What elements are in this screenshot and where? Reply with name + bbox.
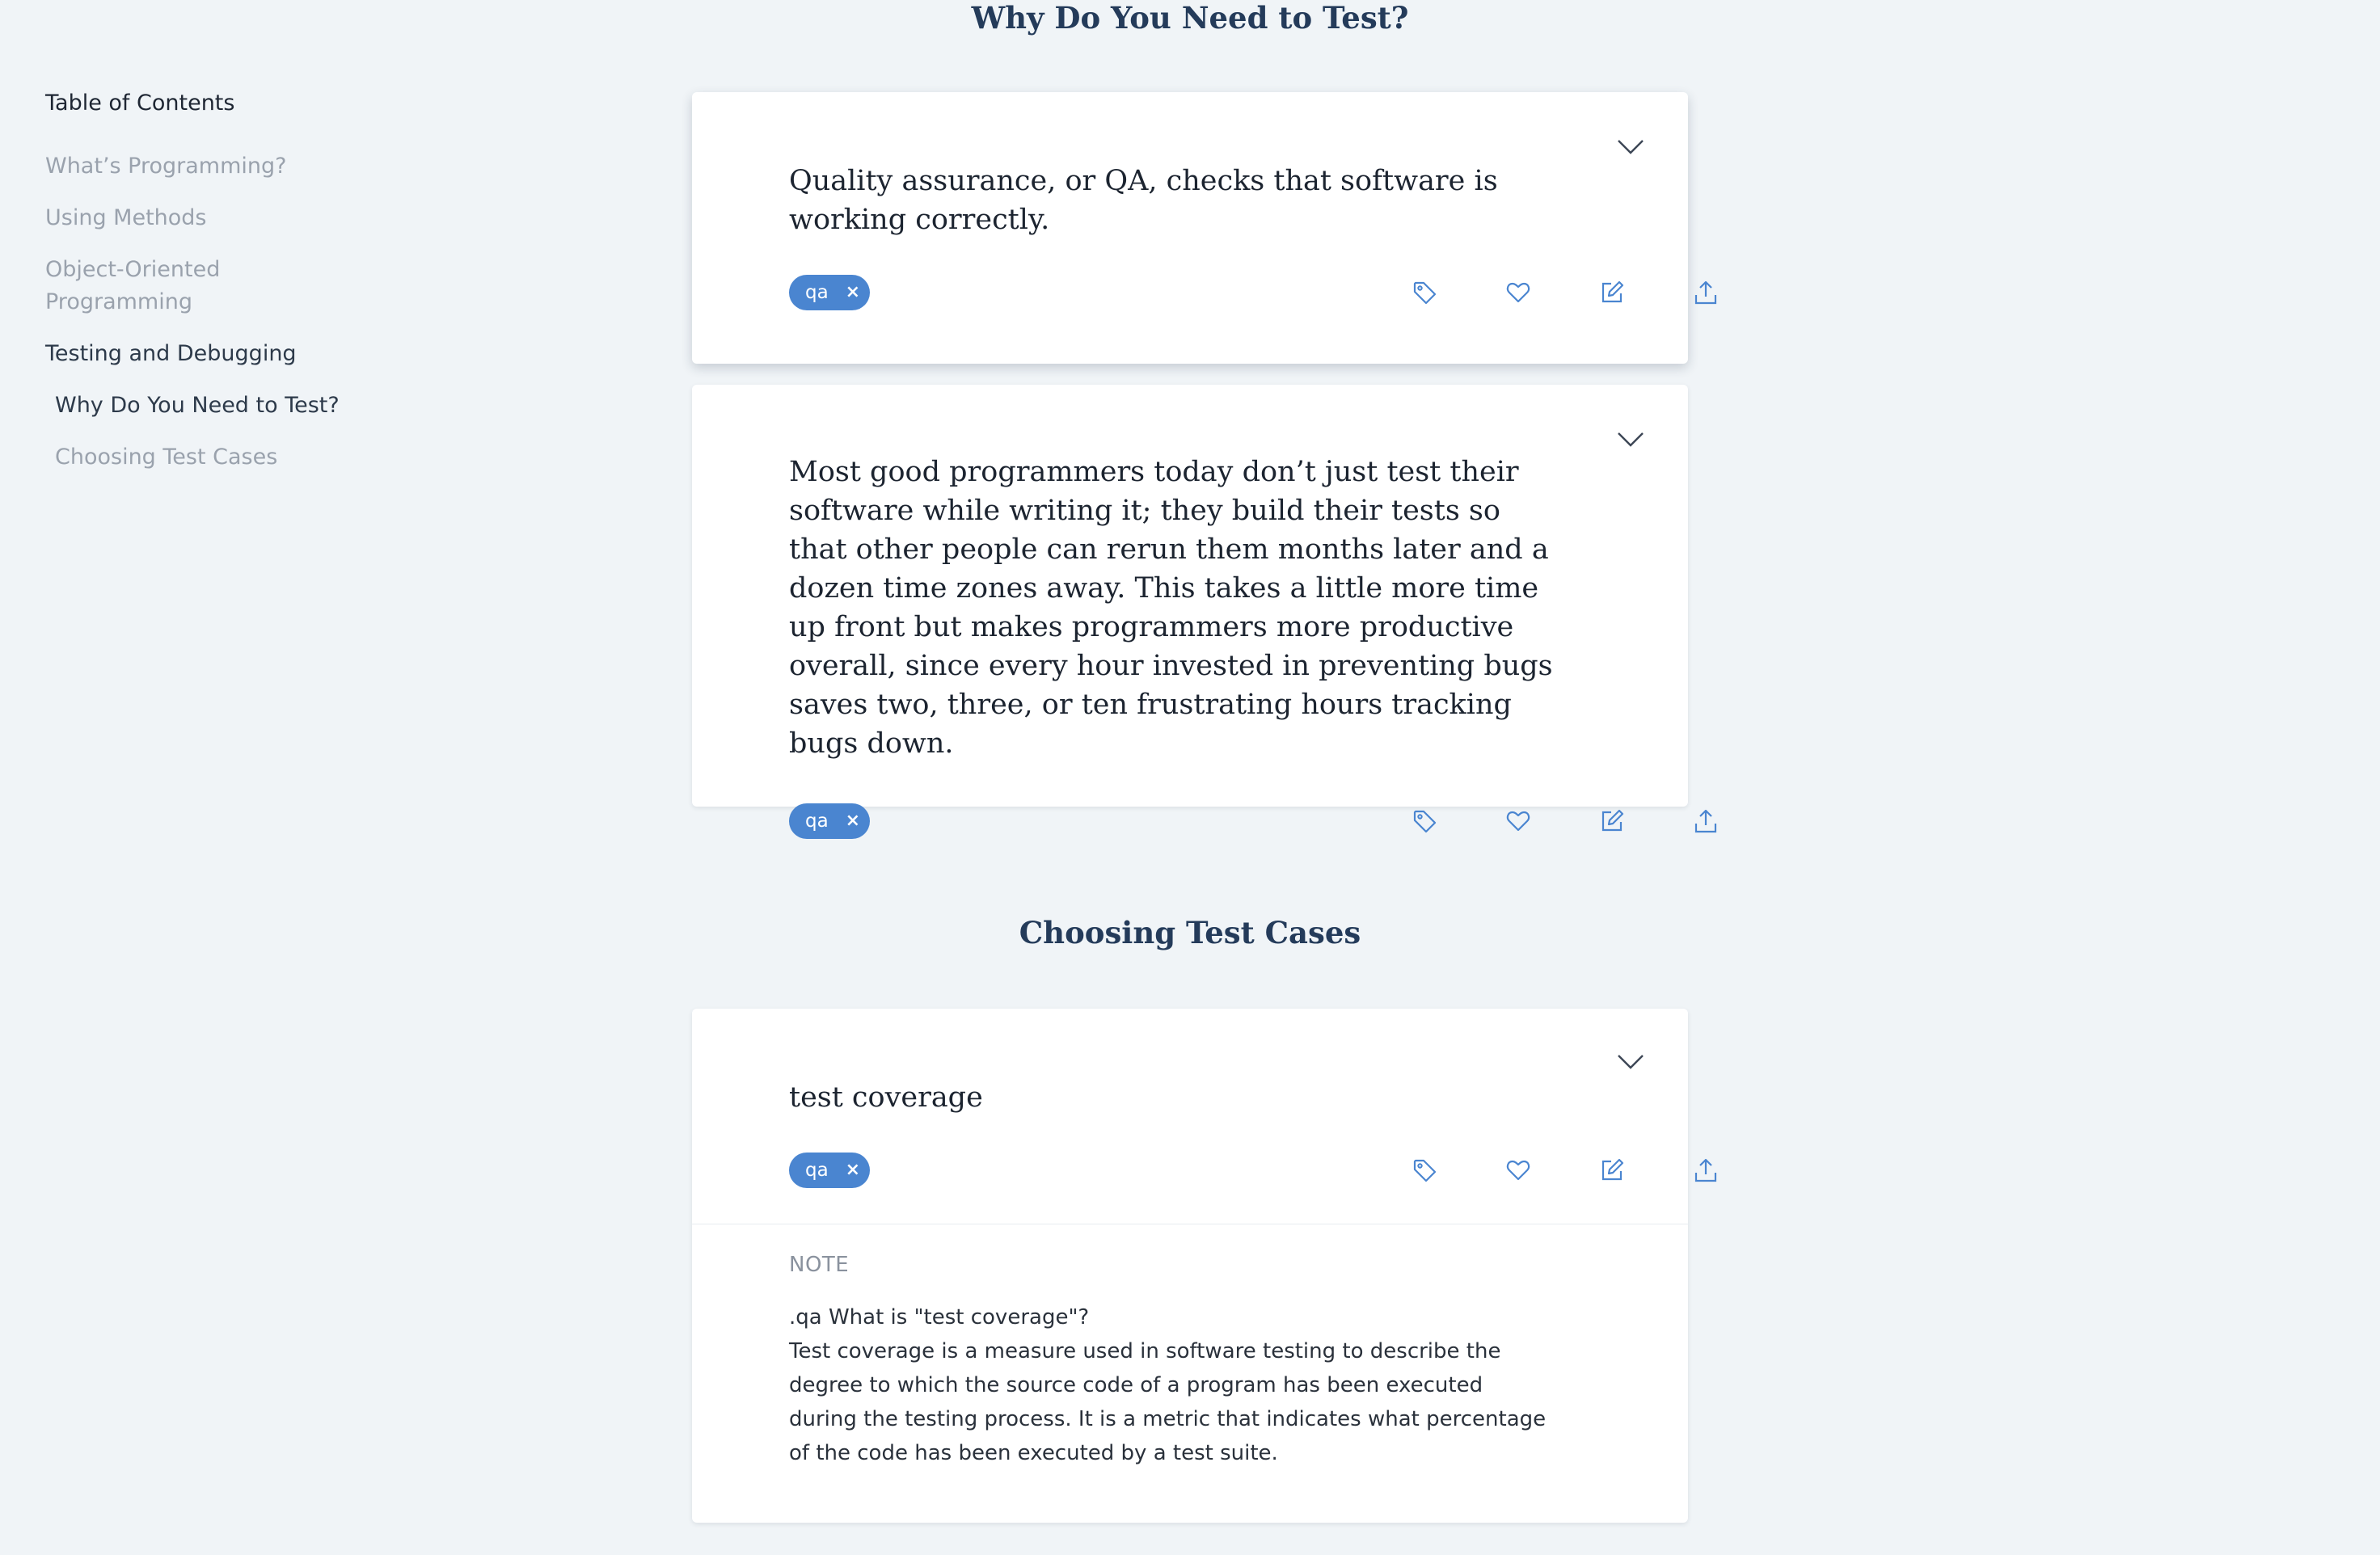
toc-item-choosing-test-cases[interactable]: Choosing Test Cases	[45, 441, 385, 474]
tag-remove-button[interactable]: ×	[846, 1153, 860, 1188]
tag-icon[interactable]	[1412, 808, 1437, 834]
edit-icon[interactable]	[1599, 1157, 1625, 1183]
flashcard: test coverage qa × NOTE .qa What is "tes…	[692, 1009, 1717, 1523]
share-icon[interactable]	[1693, 280, 1719, 306]
flashcard: Most good programmers today don’t just t…	[692, 385, 1717, 839]
card-footer: qa ×	[789, 275, 1717, 310]
chevron-down-icon[interactable]	[1617, 1054, 1644, 1070]
tag-chip: qa ×	[789, 1153, 870, 1188]
tag-label: qa	[805, 282, 829, 303]
toc-item-object-oriented-programming[interactable]: Object-Oriented Programming	[45, 254, 272, 318]
toc-item-why-do-you-need-to-test[interactable]: Why Do You Need to Test?	[45, 390, 385, 422]
share-icon[interactable]	[1693, 808, 1719, 834]
card-text: Most good programmers today don’t just t…	[789, 456, 1553, 760]
tag-chip: qa ×	[789, 275, 870, 310]
tag-remove-button[interactable]: ×	[846, 275, 860, 310]
heart-icon[interactable]	[1505, 1157, 1531, 1183]
card-text: Quality assurance, or QA, checks that so…	[789, 165, 1498, 236]
edit-icon[interactable]	[1599, 808, 1625, 834]
card-footer: qa ×	[789, 1153, 1717, 1188]
chevron-down-icon[interactable]	[1617, 139, 1644, 155]
note-label: NOTE	[789, 1253, 850, 1277]
tag-chip: qa ×	[789, 803, 870, 839]
section-heading: Why Do You Need to Test?	[971, 0, 1409, 36]
note-question: .qa What is "test coverage"?	[789, 1305, 1090, 1330]
tag-label: qa	[805, 1160, 829, 1181]
section-heading: Choosing Test Cases	[1019, 915, 1361, 950]
toc-list: What’s Programming? Using Methods Object…	[45, 150, 385, 474]
toc-item-testing-and-debugging[interactable]: Testing and Debugging	[45, 338, 385, 370]
tag-label: qa	[805, 811, 829, 832]
chevron-down-icon[interactable]	[1617, 432, 1644, 448]
tag-icon[interactable]	[1412, 1157, 1437, 1183]
table-of-contents: Table of Contents What’s Programming? Us…	[45, 87, 385, 493]
tag-icon[interactable]	[1412, 280, 1437, 306]
heart-icon[interactable]	[1505, 280, 1531, 306]
note-block: NOTE .qa What is "test coverage"? Test c…	[692, 1224, 1688, 1470]
edit-icon[interactable]	[1599, 280, 1625, 306]
share-icon[interactable]	[1693, 1157, 1719, 1183]
toc-title: Table of Contents	[45, 91, 235, 116]
card-text: test coverage	[789, 1081, 983, 1114]
toc-item-whats-programming[interactable]: What’s Programming?	[45, 150, 385, 183]
toc-item-using-methods[interactable]: Using Methods	[45, 202, 385, 234]
heart-icon[interactable]	[1505, 808, 1531, 834]
flashcard: Quality assurance, or QA, checks that so…	[692, 92, 1717, 364]
note-answer: Test coverage is a measure used in softw…	[789, 1339, 1547, 1465]
card-footer: qa ×	[789, 803, 1717, 839]
tag-remove-button[interactable]: ×	[846, 803, 860, 839]
